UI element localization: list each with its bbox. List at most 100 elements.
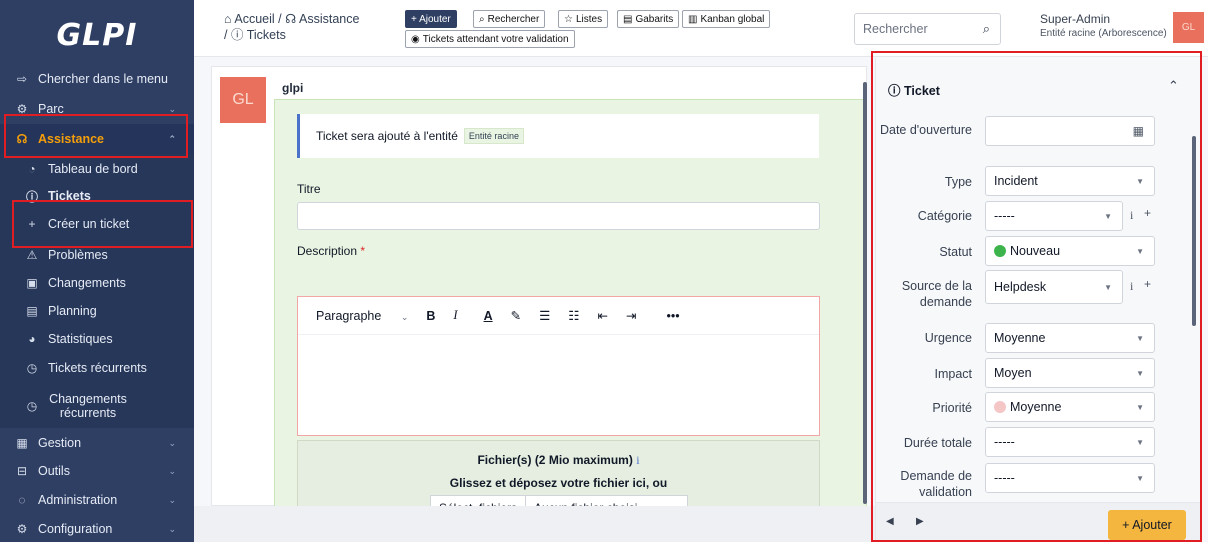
alert-circle-icon: ⓘ (25, 189, 38, 204)
sidebar-item-planning[interactable]: ▤ Planning (0, 302, 194, 320)
bulleted-list-button[interactable]: ☰ (539, 308, 550, 323)
plus-icon: + (28, 217, 36, 231)
global-search-input[interactable]: Rechercher ⌕ (854, 13, 1001, 45)
panel-scrollbar[interactable] (1192, 136, 1196, 326)
info-icon[interactable]: i (1130, 208, 1133, 223)
sidebar-item-changes[interactable]: ▣ Changements (0, 274, 194, 292)
highlight-button[interactable]: ✎ (511, 308, 521, 323)
total-duration-select[interactable]: ----- ▼ (985, 427, 1155, 457)
sidebar-item-recurring-tickets[interactable]: ◷ Tickets récurrents (0, 359, 194, 377)
search-button-label: Rechercher (487, 13, 540, 25)
font-color-button[interactable]: A (484, 309, 493, 323)
field-label-open-date: Date d'ouverture (879, 123, 972, 137)
sidebar-item-statistics[interactable]: ◕ Statistiques (0, 330, 194, 348)
caret-left-icon[interactable]: ◀ (886, 516, 894, 527)
open-date-input[interactable]: ▦ (985, 116, 1155, 146)
arrow-right-icon: ⇨ (16, 72, 28, 86)
source-select[interactable]: Helpdesk ▼ (985, 270, 1123, 304)
avatar[interactable]: GL (1173, 12, 1204, 43)
lists-button[interactable]: ☆ Listes (558, 10, 609, 28)
field-label-source: Source de la demande (901, 279, 972, 309)
wallet-icon: ▦ (16, 436, 28, 450)
sidebar-item-label: Administration (38, 493, 118, 507)
kanban-button[interactable]: ▥ Kanban global (682, 10, 771, 28)
chevron-up-icon[interactable]: ⌃ (1168, 78, 1179, 94)
urgency-select[interactable]: Moyenne ▼ (985, 323, 1155, 353)
priority-select[interactable]: Moyenne ▼ (985, 392, 1155, 422)
priority-dot (994, 401, 1006, 413)
lists-button-label: Listes (575, 13, 603, 25)
template-icon: ▤ (623, 13, 633, 25)
sidebar-item-configuration[interactable]: ⚙ Configuration ⌄ (0, 520, 194, 538)
sidebar-item-parc[interactable]: ⚙ Parc ⌄ (0, 100, 194, 118)
validation-request-select[interactable]: ----- ▼ (985, 463, 1155, 493)
add-icon[interactable]: + (1144, 277, 1151, 291)
sidebar-item-search-menu[interactable]: ⇨ Chercher dans le menu (0, 70, 194, 88)
more-button[interactable]: ••• (666, 309, 679, 323)
breadcrumb-assistance[interactable]: Assistance (299, 12, 359, 26)
caret-down-icon: ▼ (1136, 246, 1144, 256)
bold-button[interactable]: B (426, 309, 435, 323)
sidebar-item-tickets[interactable]: ⓘ Tickets (0, 187, 194, 205)
field-label-urgency: Urgence (924, 331, 972, 345)
search-icon: ⌕ (479, 13, 485, 25)
add-icon[interactable]: + (1144, 206, 1151, 220)
sidebar-item-administration[interactable]: ◌ Administration ⌄ (0, 491, 194, 509)
numbered-list-button[interactable]: ☷ (568, 308, 579, 323)
calendar-icon[interactable]: ▦ (1133, 124, 1144, 138)
sidebar-item-label: Changements (48, 276, 126, 290)
indent-button[interactable]: ⇥ (626, 308, 636, 323)
sidebar-item-label: Parc (38, 102, 64, 116)
breadcrumb-home[interactable]: Accueil (234, 12, 274, 26)
waiting-validation-button[interactable]: ◉ Tickets attendant votre validation (405, 30, 575, 48)
paragraph-select-label: Paragraphe (316, 308, 382, 323)
caret-down-icon: ▼ (1136, 473, 1144, 483)
validation-request-value: ----- (994, 471, 1015, 485)
sidebar-item-assistance[interactable]: ☊ Assistance ⌃ (0, 124, 194, 154)
field-label-status: Statut (939, 245, 972, 259)
chevron-down-icon: ⌄ (168, 437, 176, 448)
user-name[interactable]: Super-Admin (1040, 12, 1110, 26)
outdent-button[interactable]: ⇤ (598, 308, 608, 323)
status-select[interactable]: Nouveau ▼ (985, 236, 1155, 266)
sidebar-item-create-ticket[interactable]: + Créer un ticket (0, 215, 194, 233)
field-label-impact: Impact (934, 367, 972, 381)
sidebar-item-label: Tickets récurrents (48, 361, 147, 375)
italic-button[interactable]: I (453, 308, 457, 323)
templates-button[interactable]: ▤ Gabarits (617, 10, 680, 28)
panel-title-text: Ticket (904, 84, 940, 98)
caret-right-icon[interactable]: ▶ (916, 516, 924, 527)
search-placeholder: Rechercher (863, 22, 928, 36)
category-select[interactable]: ----- ▼ (985, 201, 1123, 231)
breadcrumb-tickets[interactable]: Tickets (247, 28, 286, 42)
sidebar-item-dashboard[interactable]: ◔ Tableau de bord (0, 160, 194, 178)
description-label-text: Description (297, 244, 358, 258)
panel-title[interactable]: ⓘ Ticket (888, 80, 940, 99)
main-scrollbar[interactable] (863, 82, 867, 504)
info-icon[interactable]: i (1130, 279, 1133, 294)
add-button[interactable]: + Ajouter (405, 10, 457, 28)
entity-info-alert: Ticket sera ajouté à l'entité Entité rac… (297, 114, 819, 158)
paragraph-select[interactable]: Paragraphe ⌄ (316, 309, 408, 323)
add-ticket-button[interactable]: + Ajouter (1108, 510, 1186, 540)
caret-down-icon: ▼ (1136, 368, 1144, 378)
box-icon: ⚙ (16, 102, 28, 116)
title-input[interactable] (297, 202, 820, 230)
sidebar-item-problems[interactable]: ⚠ Problèmes (0, 246, 194, 264)
impact-select[interactable]: Moyen ▼ (985, 358, 1155, 388)
chevron-down-icon: ⌄ (400, 311, 409, 322)
glpi-logo[interactable]: GLPI (0, 0, 194, 70)
description-editor[interactable]: Paragraphe ⌄ B I A ✎ ☰ ☷ ⇤ ⇥ ••• (297, 296, 820, 436)
search-icon[interactable]: ⌕ (983, 21, 990, 37)
kanban-button-label: Kanban global (700, 13, 765, 25)
search-button[interactable]: ⌕ Rechercher (473, 10, 546, 28)
templates-button-label: Gabarits (635, 13, 674, 25)
author-avatar: GL (220, 77, 266, 123)
type-select[interactable]: Incident ▼ (985, 166, 1155, 196)
sidebar-item-management[interactable]: ▦ Gestion ⌄ (0, 434, 194, 452)
user-entity[interactable]: Entité racine (Arborescence) (1040, 28, 1167, 39)
home-icon: ⌂ (224, 12, 232, 26)
sidebar-item-recurring-changes[interactable]: ◷ Changements récurrents (0, 390, 194, 422)
sidebar-item-tools[interactable]: ⊟ Outils ⌄ (0, 462, 194, 480)
info-icon[interactable]: i (636, 453, 639, 467)
